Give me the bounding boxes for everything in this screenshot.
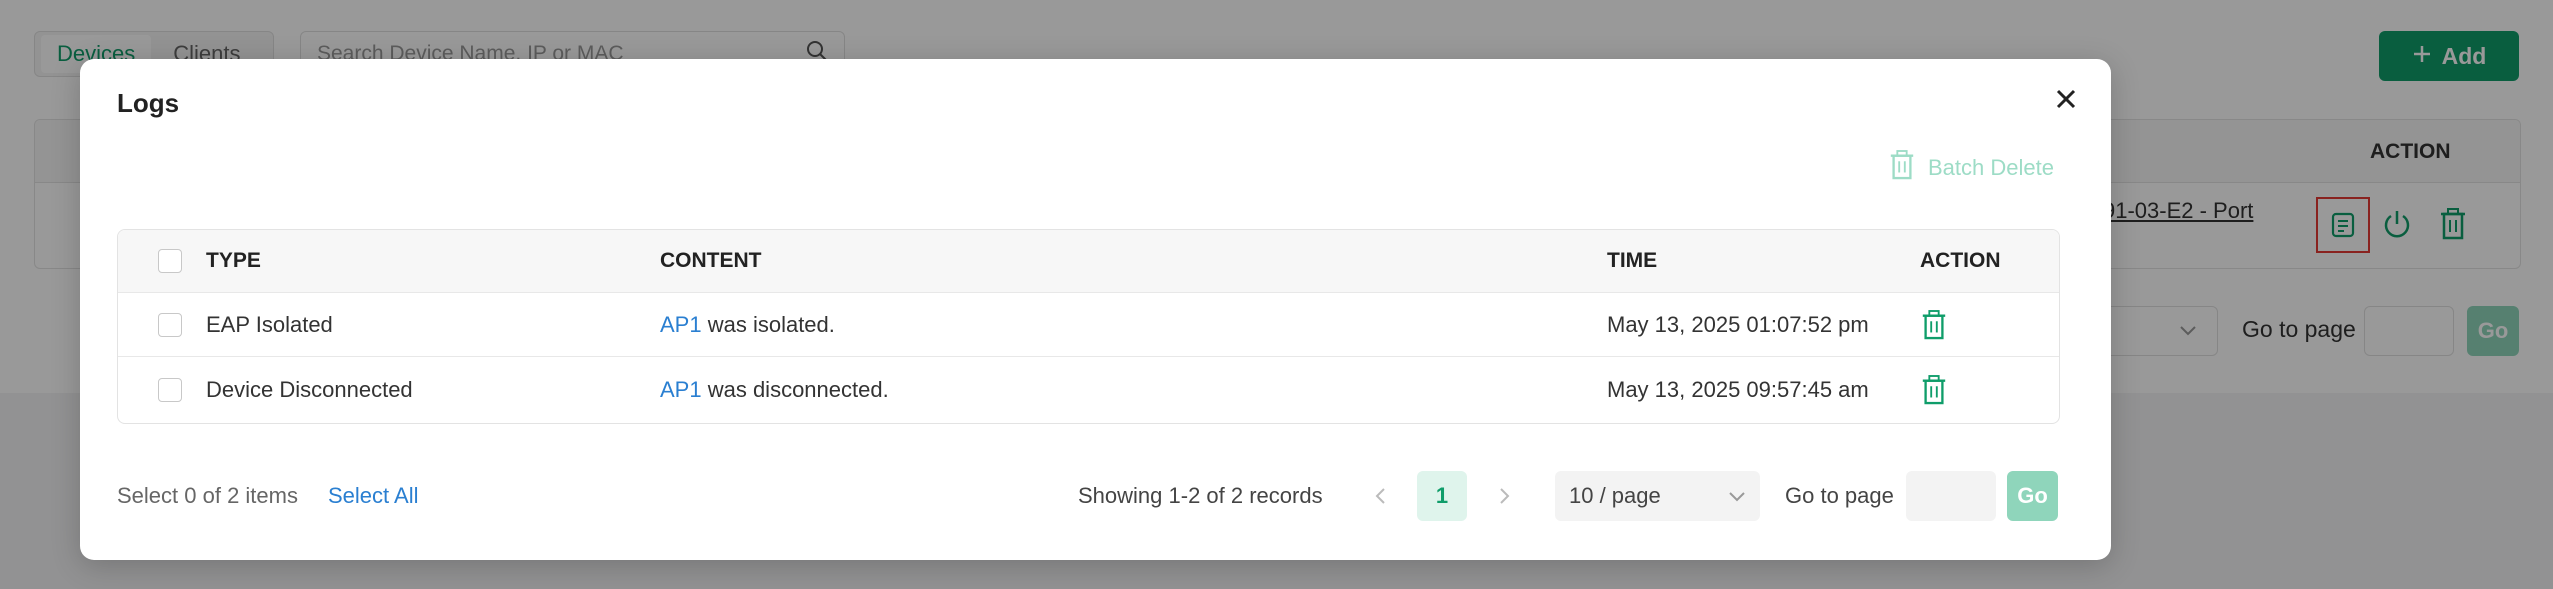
- log-type: EAP Isolated: [206, 311, 333, 337]
- page-size-value: 10 / page: [1569, 483, 1661, 508]
- log-time: May 13, 2025 01:07:52 pm: [1607, 311, 1869, 337]
- row-checkbox[interactable]: [158, 312, 182, 337]
- table-header: TYPE CONTENT TIME ACTION: [118, 230, 2059, 293]
- device-link[interactable]: AP1: [660, 377, 702, 403]
- delete-log-button[interactable]: [1920, 357, 1948, 423]
- chevron-left-icon: [1375, 488, 1385, 504]
- go-button[interactable]: Go: [2007, 471, 2058, 521]
- goto-page-label: Go to page: [1785, 483, 1894, 508]
- delete-log-button[interactable]: [1920, 293, 1948, 356]
- log-content: AP1 was disconnected.: [660, 357, 889, 423]
- logs-table: TYPE CONTENT TIME ACTION EAP Isolated AP…: [117, 229, 2060, 424]
- selection-count: Select 0 of 2 items: [117, 483, 298, 508]
- log-content-text: was disconnected.: [701, 377, 889, 402]
- column-header-time: TIME: [1607, 249, 1658, 272]
- batch-delete-label: Batch Delete: [1928, 155, 2054, 180]
- records-summary: Showing 1-2 of 2 records: [1078, 483, 1323, 508]
- table-row: EAP Isolated AP1 was isolated. May 13, 2…: [118, 293, 2059, 357]
- table-row: Device Disconnected AP1 was disconnected…: [118, 357, 2059, 423]
- column-header-type: TYPE: [206, 249, 261, 272]
- log-content-text: was isolated.: [701, 311, 835, 337]
- select-all-link[interactable]: Select All: [328, 483, 419, 509]
- trash-icon: [1922, 375, 1946, 405]
- close-button[interactable]: [2050, 83, 2082, 115]
- prev-page-button[interactable]: [1365, 479, 1395, 513]
- chevron-right-icon: [1500, 488, 1510, 504]
- goto-page-input[interactable]: [1906, 471, 1996, 521]
- log-type: Device Disconnected: [206, 377, 413, 402]
- trash-icon: [1888, 149, 1916, 187]
- next-page-button[interactable]: [1490, 479, 1520, 513]
- device-link[interactable]: AP1: [660, 312, 702, 338]
- log-content: AP1 was isolated.: [660, 293, 835, 356]
- trash-icon: [1922, 309, 1946, 339]
- logs-modal: Logs Batch Delete TYPE CONTENT TIME ACTI…: [80, 59, 2111, 560]
- table-footer: Select 0 of 2 items Select All Showing 1…: [117, 471, 2058, 521]
- chevron-down-icon: [1728, 483, 1746, 509]
- select-all-checkbox[interactable]: [158, 249, 182, 273]
- page-size-select[interactable]: 10 / page: [1555, 471, 1760, 521]
- current-page-button[interactable]: 1: [1417, 471, 1467, 521]
- row-checkbox[interactable]: [158, 378, 182, 402]
- close-icon: [2056, 89, 2076, 109]
- modal-title: Logs: [117, 88, 180, 118]
- column-header-action: ACTION: [1920, 249, 2001, 272]
- column-header-content: CONTENT: [660, 249, 762, 272]
- log-time: May 13, 2025 09:57:45 am: [1607, 377, 1869, 402]
- batch-delete-button[interactable]: Batch Delete: [1888, 149, 2054, 187]
